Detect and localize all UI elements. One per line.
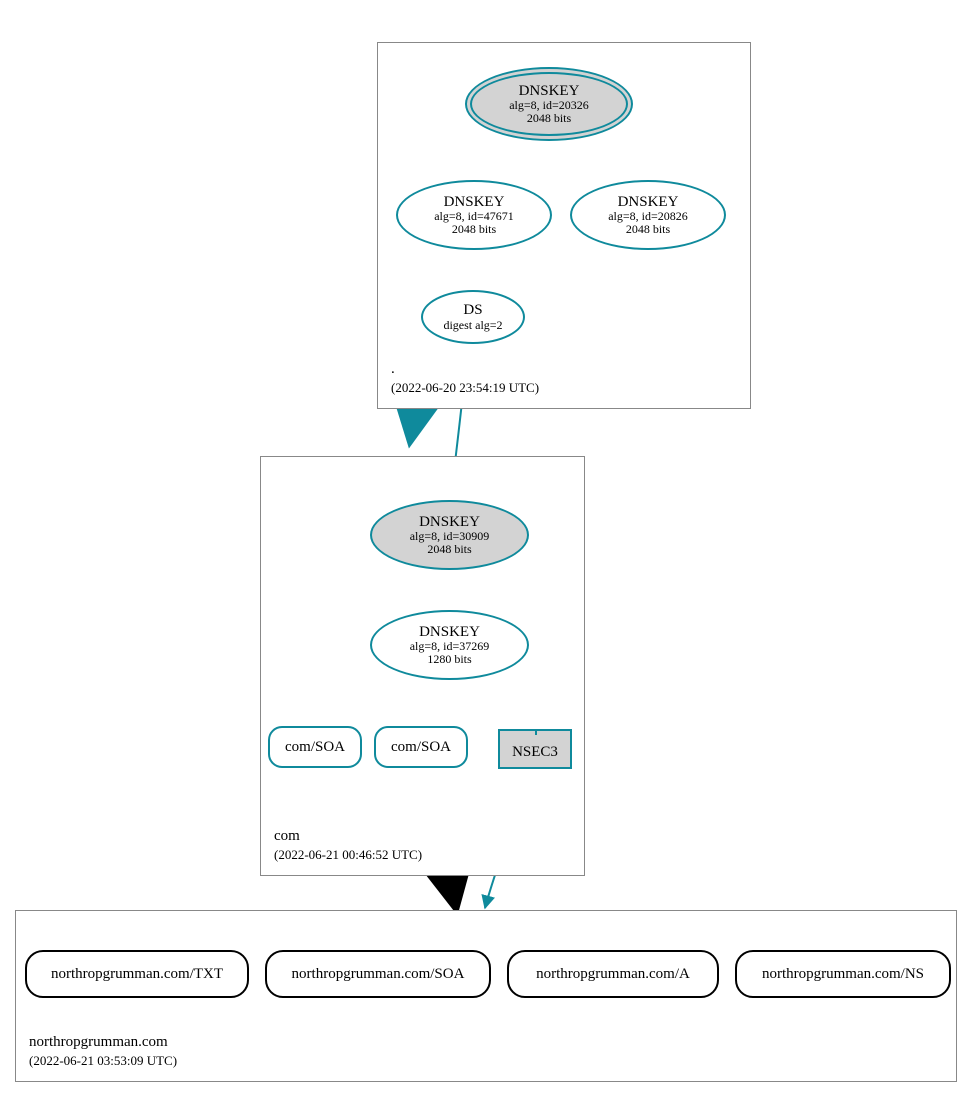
- node-root-zsk2: DNSKEY alg=8, id=20826 2048 bits: [570, 180, 726, 250]
- node-com-soa1: com/SOA: [268, 726, 362, 768]
- node-sub: 2048 bits: [452, 223, 496, 236]
- node-title: DNSKEY: [419, 514, 480, 531]
- node-ng-a: northropgrumman.com/A: [507, 950, 719, 998]
- node-ng-ns: northropgrumman.com/NS: [735, 950, 951, 998]
- zone-com-timestamp: (2022-06-21 00:46:52 UTC): [274, 847, 422, 863]
- node-sub: digest alg=2: [443, 319, 502, 332]
- node-title: DS: [463, 302, 482, 319]
- node-sub: 2048 bits: [427, 543, 471, 556]
- node-com-zsk: DNSKEY alg=8, id=37269 1280 bits: [370, 610, 529, 680]
- node-ng-soa: northropgrumman.com/SOA: [265, 950, 491, 998]
- zone-com-label: com: [274, 828, 300, 845]
- node-ng-txt: northropgrumman.com/TXT: [25, 950, 249, 998]
- zone-ng-label: northropgrumman.com: [29, 1034, 168, 1051]
- node-root-ksk: DNSKEY alg=8, id=20326 2048 bits: [465, 67, 633, 141]
- node-com-nsec3: NSEC3: [498, 735, 572, 769]
- node-title: DNSKEY: [618, 194, 679, 211]
- node-root-ds: DS digest alg=2: [421, 290, 525, 344]
- zone-ng-timestamp: (2022-06-21 03:53:09 UTC): [29, 1053, 177, 1069]
- node-sub: 1280 bits: [427, 653, 471, 666]
- node-sub: alg=8, id=20326: [509, 99, 589, 112]
- zone-root-label: .: [391, 361, 395, 378]
- node-title: DNSKEY: [444, 194, 505, 211]
- node-title: DNSKEY: [419, 624, 480, 641]
- node-com-ksk: DNSKEY alg=8, id=30909 2048 bits: [370, 500, 529, 570]
- node-com-soa2: com/SOA: [374, 726, 468, 768]
- zone-root-timestamp: (2022-06-20 23:54:19 UTC): [391, 380, 539, 396]
- node-title: DNSKEY: [519, 83, 580, 100]
- node-root-zsk1: DNSKEY alg=8, id=47671 2048 bits: [396, 180, 552, 250]
- node-sub: 2048 bits: [626, 223, 670, 236]
- node-sub: 2048 bits: [527, 112, 571, 125]
